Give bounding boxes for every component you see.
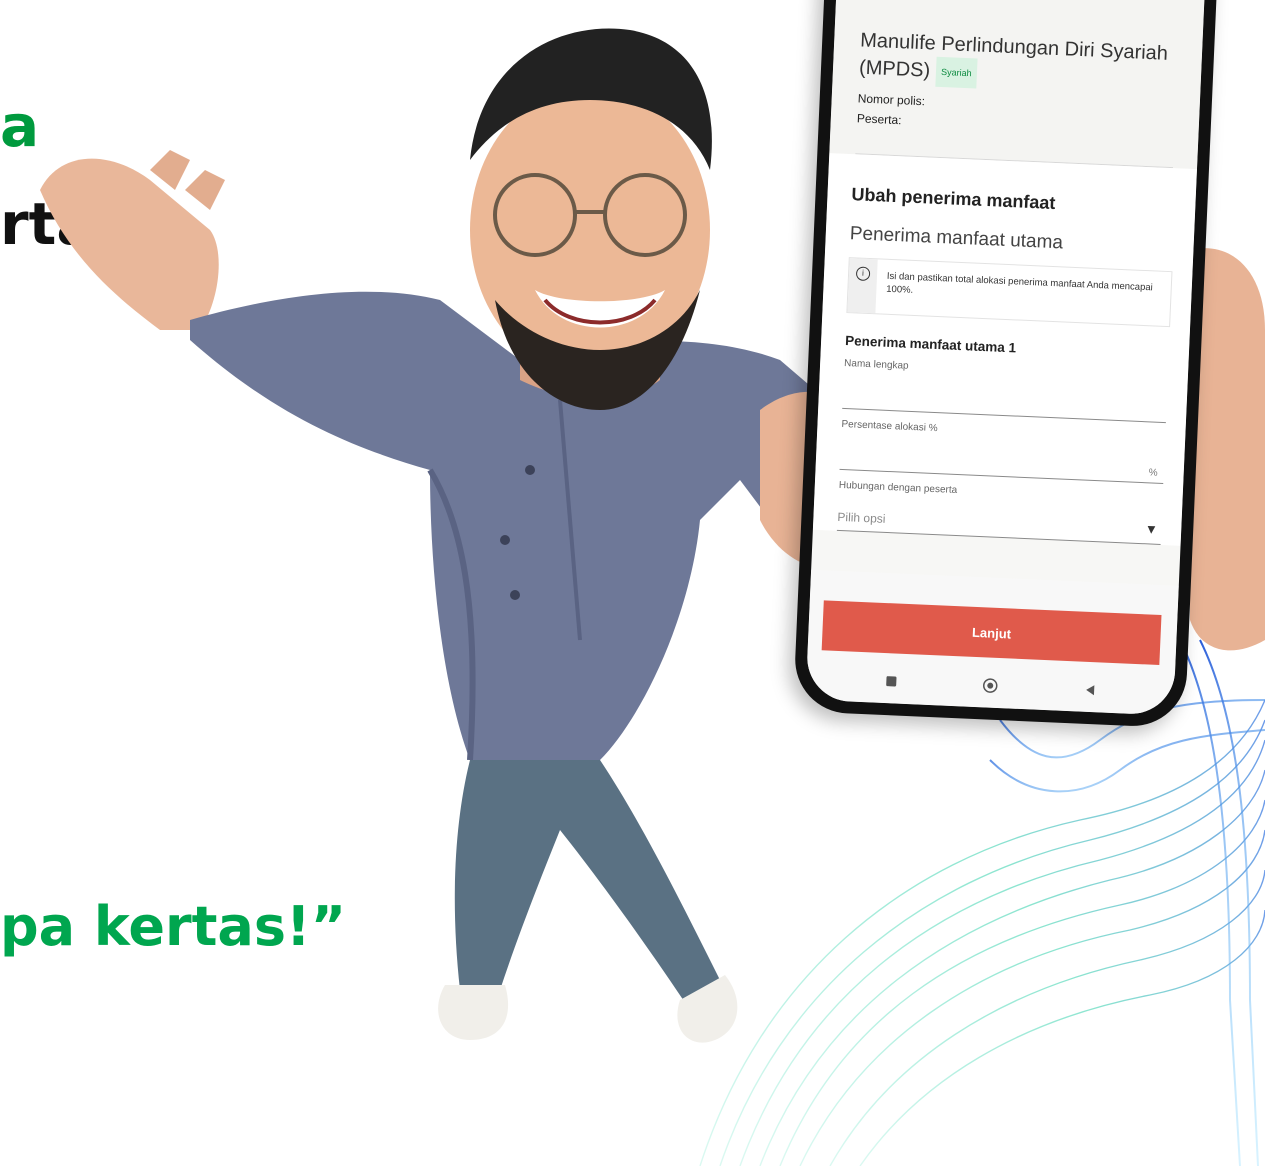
relationship-label: Hubungan dengan peserta: [838, 479, 958, 497]
full-name-field[interactable]: Nama lengkap: [842, 353, 1169, 424]
section-title: Ubah penerima manfaat: [851, 184, 1056, 214]
allocation-field[interactable]: Persentase alokasi % %: [839, 414, 1166, 485]
chevron-down-icon: ▼: [1147, 524, 1156, 536]
info-strip: i: [847, 258, 878, 314]
nav-back-button[interactable]: [1074, 677, 1105, 702]
syariah-badge: Syariah: [935, 56, 978, 89]
triangle-back-icon: [1085, 685, 1094, 696]
beneficiary-form: Ubah penerima manfaat Penerima manfaat u…: [812, 153, 1197, 546]
info-message: Isi dan pastikan total alokasi penerima …: [886, 270, 1153, 296]
allocation-label: Persentase alokasi %: [841, 418, 938, 435]
android-nav-bar: [806, 664, 1175, 708]
info-icon: i: [855, 266, 871, 282]
percent-suffix: %: [1148, 467, 1158, 479]
circle-icon: [983, 678, 998, 693]
footer-bar: Lanjut: [805, 569, 1179, 716]
nav-recent-button[interactable]: [875, 669, 906, 694]
subsection-title: Penerima manfaat utama: [849, 223, 1064, 254]
relationship-select[interactable]: Hubungan dengan peserta Pilih opsi ▼: [836, 475, 1163, 545]
next-button[interactable]: Lanjut: [821, 600, 1162, 666]
product-name-text: Manulife Perlindungan Diri Syariah (MPDS…: [858, 29, 1169, 82]
nav-home-button[interactable]: [975, 673, 1006, 698]
relationship-placeholder: Pilih opsi: [837, 509, 886, 526]
square-icon: [885, 676, 896, 687]
info-message-box: i Isi dan pastikan total alokasi penerim…: [846, 257, 1173, 328]
phone-mockup: Manulife Perlindungan Diri Syariah (MPDS…: [792, 0, 1220, 729]
product-name: Manulife Perlindungan Diri Syariah (MPDS…: [858, 27, 1178, 97]
phone-screen: Manulife Perlindungan Diri Syariah (MPDS…: [805, 0, 1207, 716]
policy-header: Manulife Perlindungan Diri Syariah (MPDS…: [829, 0, 1207, 170]
full-name-label: Nama lengkap: [843, 357, 909, 372]
